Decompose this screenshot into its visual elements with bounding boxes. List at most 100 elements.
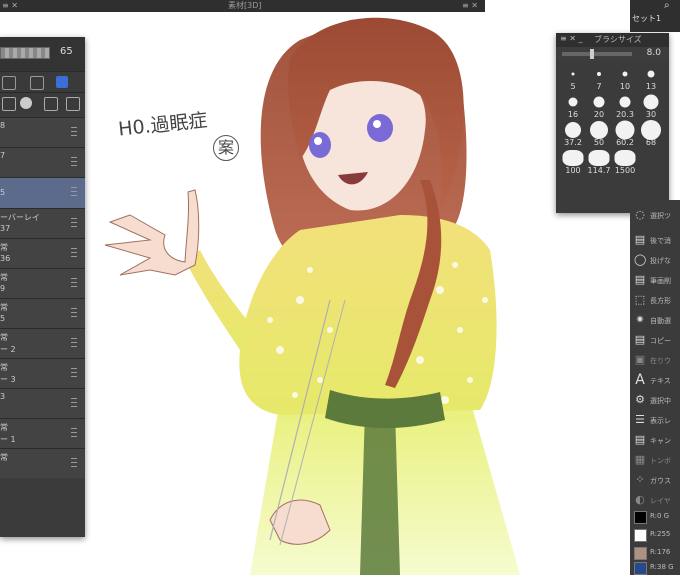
search-icon[interactable]: ⌕ [664, 0, 670, 11]
brush-size-preset[interactable]: 10 [612, 65, 638, 91]
brush-size-preset[interactable]: 7 [586, 65, 612, 91]
trash-icon[interactable] [66, 97, 80, 111]
layer-row[interactable]: 3 [0, 388, 85, 418]
drag-handle-icon[interactable] [71, 338, 77, 347]
brush-size-preset[interactable]: 37.2 [560, 121, 586, 147]
layer-row[interactable]: 常ー 2 [0, 328, 85, 358]
merge-icon[interactable] [44, 97, 58, 111]
drag-handle-icon[interactable] [71, 218, 77, 227]
sub-tool-item[interactable]: ☰ 表示レ [630, 411, 680, 431]
drag-handle-icon[interactable] [71, 308, 77, 317]
brush-panel-title: ブラシサイズ [594, 35, 642, 44]
layer-row[interactable]: 常ー 3 [0, 358, 85, 388]
layer-opacity-row: 65 [0, 37, 85, 71]
brush-size-preset[interactable]: 1500 [612, 149, 638, 175]
sub-tool-item[interactable]: ▤ コピー [630, 331, 680, 351]
layer-row[interactable]: 7 [0, 147, 85, 177]
sub-tool-item[interactable]: ▤ キャン [630, 431, 680, 451]
layer-row[interactable]: 常ー 1 [0, 418, 85, 448]
brush-size-slider[interactable]: 8.0 [556, 47, 669, 61]
panel-menu-icon[interactable]: ≡ ✕ _ [560, 34, 583, 43]
color-ref-icon[interactable] [56, 76, 68, 88]
drag-handle-icon[interactable] [71, 127, 77, 136]
sub-tool-set-label: セット1 [632, 14, 662, 23]
drag-handle-icon[interactable] [71, 368, 77, 377]
gear-icon: ⚙ [635, 393, 645, 406]
rect-select-icon: ⬚ [634, 293, 646, 306]
text-icon: A [635, 372, 645, 388]
brush-size-preset[interactable]: 16 [560, 93, 586, 119]
new-layer-icon[interactable] [2, 97, 16, 111]
brush-size-preset[interactable]: 20 [586, 93, 612, 119]
layer-row-selected[interactable]: 5 [0, 177, 85, 208]
window-title: 素材[3D] [228, 1, 262, 10]
sub-tool-item[interactable]: ⚙ 選択中 [630, 391, 680, 411]
drag-handle-icon[interactable] [71, 428, 77, 437]
sub-tool-item[interactable]: ◌ 選択ツ [630, 206, 680, 226]
color-swatch-item[interactable]: R:255 [630, 525, 680, 545]
sub-tool-item[interactable]: ⬚ 長方形 [630, 291, 680, 311]
brush-size-value: 8.0 [646, 48, 661, 58]
drag-handle-icon[interactable] [71, 398, 77, 407]
drag-handle-icon[interactable] [71, 278, 77, 287]
slider-track[interactable] [562, 52, 632, 56]
sub-tool-item[interactable]: ▤ 筆画削 [630, 271, 680, 291]
brush-size-preset[interactable]: 13 [638, 65, 664, 91]
top-window-bar: ≡ ✕ 素材[3D] ≡ ✕ [0, 0, 485, 12]
opacity-value: 65 [60, 46, 73, 57]
brush-size-preset[interactable]: 30 [638, 93, 664, 119]
swatch-blue-icon [634, 562, 647, 575]
folder-icon: ▤ [634, 273, 646, 286]
sub-tool-item[interactable]: ▣ 在りウ [630, 351, 680, 371]
brush-size-preset[interactable]: 50 [586, 121, 612, 147]
opacity-slider[interactable] [0, 47, 50, 59]
sub-tool-item[interactable]: ▤ 後で消 [630, 231, 680, 251]
copy-icon: ▣ [634, 353, 646, 366]
sub-tool-set-header: ⌕ セット1 [630, 0, 680, 32]
brush-size-preset[interactable]: 68 [638, 120, 664, 147]
layer-tools-row [0, 92, 85, 113]
window-controls-icon[interactable]: ≡ ✕ [462, 0, 478, 12]
brush-size-preset[interactable]: 114.7 [586, 149, 612, 175]
circle-icon: ◐ [635, 493, 645, 506]
handwritten-circle-note: 案 [213, 135, 239, 161]
blur-icon: ⁘ [635, 473, 645, 486]
drag-handle-icon[interactable] [71, 187, 77, 196]
clip-icon[interactable] [30, 76, 44, 90]
slider-knob[interactable] [590, 49, 594, 59]
speech-icon: ◯ [634, 253, 647, 266]
brush-panel-header: ≡ ✕ _ ブラシサイズ [556, 33, 669, 47]
folder-icon: ▤ [634, 433, 646, 446]
brush-size-preset[interactable]: 100 [560, 149, 586, 175]
sub-tool-item[interactable]: ⁘ ガウス [630, 471, 680, 491]
drag-handle-icon[interactable] [71, 458, 77, 467]
menu-icon[interactable]: ≡ ✕ [2, 0, 18, 12]
layers-icon: ☰ [635, 413, 645, 426]
color-swatch-item[interactable]: R:0 G [630, 507, 680, 527]
brush-size-panel: ≡ ✕ _ ブラシサイズ 8.0 5 7 10 13 16 20 20.3 30… [556, 33, 669, 213]
layer-row[interactable]: 常 36 [0, 238, 85, 268]
sub-tool-item[interactable]: A テキス [630, 371, 680, 391]
drag-handle-icon[interactable] [71, 157, 77, 166]
drag-handle-icon[interactable] [71, 248, 77, 257]
sub-tool-item[interactable]: ▦ トンボ [630, 451, 680, 471]
layer-list: 8 7 5 ーバーレイ 37 常 36 常9 常5 常ー 2 常ー 3 3 常ー 1… [0, 117, 85, 478]
color-swatch-item[interactable]: R:38 G [630, 558, 680, 578]
brush-size-preset[interactable]: 20.3 [612, 93, 638, 119]
sub-tool-item[interactable]: ✷ 自動選 [630, 311, 680, 331]
lock-icon[interactable] [2, 76, 16, 90]
brush-size-preset[interactable]: 60.2 [612, 120, 638, 147]
layer-row[interactable]: 常5 [0, 298, 85, 328]
tone-icon: ▦ [634, 453, 646, 466]
mask-icon[interactable] [20, 97, 32, 109]
sub-tool-list: ◌ 選択ツ ▤ 後で消 ◯ 投げな ▤ 筆画削 ⬚ 長方形 ✷ 自動選 ▤ コピー ▣ 在りウ … [630, 200, 680, 575]
folder-icon: ▤ [634, 233, 646, 246]
layer-row[interactable]: 常 [0, 448, 85, 478]
layer-row[interactable]: ーバーレイ 37 [0, 208, 85, 238]
sparkle-icon: ✷ [635, 313, 645, 326]
layer-row[interactable]: 常9 [0, 268, 85, 298]
swatch-black-icon [634, 511, 647, 524]
brush-size-preset[interactable]: 5 [560, 65, 586, 91]
layer-row[interactable]: 8 [0, 117, 85, 147]
sub-tool-item[interactable]: ◯ 投げな [630, 251, 680, 271]
